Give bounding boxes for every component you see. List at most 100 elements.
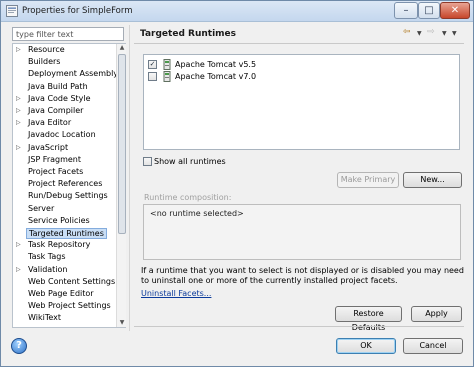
tree-item[interactable]: Web Project Settings	[13, 301, 125, 312]
runtime-label: Apache Tomcat v5.5	[175, 60, 257, 69]
tomcat-runtime-icon	[163, 71, 171, 82]
tree-item[interactable]: ▷ JavaScript	[13, 143, 125, 154]
tree-item[interactable]: ▷ Validation	[13, 265, 125, 276]
tree-item-label: Java Compiler	[28, 106, 84, 115]
forward-arrow-icon[interactable]: ⇨	[427, 27, 435, 39]
footer-divider	[134, 326, 464, 327]
tree-item-label: Task Tags	[28, 252, 66, 262]
tree-item-label: Project References	[28, 179, 103, 189]
tree-item-label: Javadoc Location	[28, 130, 96, 140]
tree-item-label: Deployment Assembly	[28, 69, 119, 79]
maximize-button[interactable]: □	[418, 2, 440, 19]
tomcat-runtime-icon	[163, 59, 171, 70]
tree-item[interactable]: JSP Fragment	[13, 155, 125, 166]
restore-defaults-button[interactable]: Restore Defaults	[335, 306, 402, 332]
tree-item[interactable]: Java Build Path	[13, 82, 125, 93]
close-icon: ✕	[450, 5, 460, 16]
minimize-icon: –	[403, 5, 409, 16]
tree-item[interactable]: Targeted Runtimes	[13, 228, 125, 239]
tree-item-label: Web Content Settings	[28, 276, 116, 286]
runtime-composition-box: <no runtime selected>	[143, 204, 461, 260]
tree-item-label: Service Policies	[28, 215, 90, 225]
property-page-tree: ▷ Resource Builders Deployment Assembly Java…	[12, 43, 126, 328]
tree-item-label: Targeted Runtimes	[26, 228, 107, 239]
cancel-button[interactable]: Cancel	[403, 338, 463, 354]
tree-item[interactable]: Javadoc Location	[13, 130, 125, 141]
expand-arrow-icon[interactable]: ▷	[16, 241, 21, 248]
filter-field[interactable]	[12, 27, 124, 41]
make-primary-button[interactable]: Make Primary	[337, 172, 399, 188]
tree-item-label: JSP Fragment	[28, 154, 82, 164]
tree-item-label: Web Page Editor	[28, 289, 94, 298]
tree-item[interactable]: ▷ Java Compiler	[13, 106, 125, 117]
tree-item[interactable]: ▷ Task Repository	[13, 240, 125, 251]
runtime-composition-value: <no runtime selected>	[150, 209, 244, 218]
tree-item-label: Project Facets	[28, 167, 84, 176]
tree-item-label: Builders	[28, 57, 61, 67]
expand-arrow-icon[interactable]: ▷	[16, 144, 21, 151]
tree-item[interactable]: WikiText	[13, 313, 125, 324]
tree-item[interactable]: Task Tags	[13, 252, 125, 263]
page-title: Targeted Runtimes	[140, 29, 236, 39]
tree-item-label: Java Build Path	[28, 81, 88, 91]
tree-item-label: Resource	[28, 45, 65, 54]
expand-arrow-icon[interactable]: ▷	[16, 119, 21, 126]
tree-item[interactable]: Run/Debug Settings	[13, 191, 125, 202]
filter-input[interactable]	[13, 28, 123, 40]
tree-item[interactable]: ▷ Resource	[13, 45, 125, 56]
title-bar: Properties for SimpleForm – □ ✕	[1, 1, 473, 22]
pane-splitter[interactable]	[129, 25, 131, 331]
runtime-label: Apache Tomcat v7.0	[175, 72, 257, 81]
uninstall-info-text: If a runtime that you want to select is …	[141, 266, 464, 285]
expand-arrow-icon[interactable]: ▷	[16, 46, 21, 53]
scroll-up-icon[interactable]: ▲	[118, 44, 126, 52]
back-arrow-icon[interactable]: ⇦	[403, 27, 411, 39]
show-all-runtimes-label: Show all runtimes	[154, 157, 226, 166]
eclipse-app-icon	[6, 5, 18, 17]
tree-item-label: JavaScript	[28, 142, 69, 152]
tree-item[interactable]: Deployment Assembly	[13, 69, 125, 80]
show-all-runtimes-checkbox[interactable]	[143, 157, 152, 166]
tree-item-label: Task Repository	[28, 240, 91, 250]
apply-button[interactable]: Apply	[411, 306, 462, 322]
runtimes-list: ✓ Apache Tomcat v5.5 Apache Tomcat v7.0	[143, 54, 460, 150]
tree-item[interactable]: Web Content Settings	[13, 277, 125, 288]
tree-item[interactable]: Web Page Editor	[13, 289, 125, 300]
close-button[interactable]: ✕	[440, 2, 470, 19]
minimize-button[interactable]: –	[394, 2, 418, 19]
view-menu-chevron-down-icon[interactable]: ▼	[452, 30, 457, 42]
forward-menu-chevron-down-icon[interactable]: ▼	[442, 30, 447, 42]
header-divider	[134, 43, 464, 44]
tree-item-label: Java Editor	[28, 118, 72, 128]
tree-item[interactable]: ▷ Java Code Style	[13, 94, 125, 105]
tree-item-label: Validation	[28, 264, 68, 274]
runtime-composition-label: Runtime composition:	[144, 193, 232, 202]
properties-dialog: Properties for SimpleForm – □ ✕ ▷ Resourc…	[0, 0, 474, 367]
expand-arrow-icon[interactable]: ▷	[16, 95, 21, 102]
tree-item[interactable]: ▷ Java Editor	[13, 118, 125, 129]
tree-item[interactable]: Builders	[13, 57, 125, 68]
uninstall-facets-link[interactable]: Uninstall Facets...	[141, 289, 211, 298]
maximize-icon: □	[424, 5, 434, 16]
tree-item[interactable]: Project References	[13, 179, 125, 190]
tree-item-label: Java Code Style	[28, 93, 91, 103]
tree-item-label: Run/Debug Settings	[28, 191, 108, 201]
tree-item-label: WikiText	[28, 313, 61, 323]
expand-arrow-icon[interactable]: ▷	[16, 266, 21, 273]
help-icon[interactable]: ?	[11, 338, 27, 354]
expand-arrow-icon[interactable]: ▷	[16, 107, 21, 114]
scrollbar-thumb[interactable]	[118, 54, 126, 234]
runtime-checkbox[interactable]: ✓	[148, 60, 157, 69]
runtime-checkbox[interactable]	[148, 72, 157, 81]
new-runtime-button[interactable]: New...	[403, 172, 462, 188]
ok-button[interactable]: OK	[336, 338, 396, 354]
tree-item[interactable]: Server	[13, 204, 125, 215]
back-menu-chevron-down-icon[interactable]: ▼	[417, 30, 422, 42]
window-title: Properties for SimpleForm	[22, 6, 133, 16]
scroll-down-icon[interactable]: ▼	[118, 319, 126, 327]
tree-item[interactable]: Project Facets	[13, 167, 125, 178]
tree-item-label: Server	[28, 203, 55, 213]
tree-scrollbar[interactable]: ▲ ▼	[116, 44, 126, 327]
tree-item[interactable]: Service Policies	[13, 216, 125, 227]
tree-item-label: Web Project Settings	[28, 301, 111, 311]
